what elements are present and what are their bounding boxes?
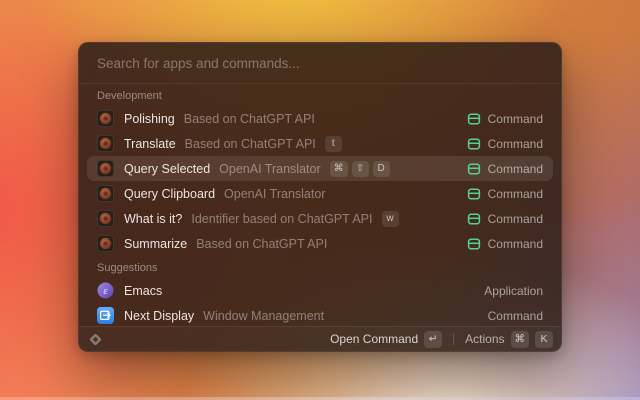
item-title: Query Selected: [124, 162, 210, 176]
list-item[interactable]: Query Selected OpenAI Translator ⌘⇧D Comma…: [87, 156, 553, 181]
item-type-label: Command: [488, 162, 543, 176]
results-list: Development Polishing Based on ChatGPT AP…: [79, 84, 561, 326]
list-item[interactable]: Polishing Based on ChatGPT API Command: [87, 106, 553, 131]
item-subtitle: OpenAI Translator: [224, 187, 325, 201]
item-type-label: Command: [488, 112, 543, 126]
item-type-label: Command: [488, 237, 543, 251]
item-subtitle: Based on ChatGPT API: [196, 237, 327, 251]
shortcut-keys: ⌘⇧D: [330, 161, 390, 177]
list-item[interactable]: Query Clipboard OpenAI Translator Command: [87, 181, 553, 206]
command-type-icon: [467, 112, 481, 126]
item-title: Polishing: [124, 112, 175, 126]
command-type-icon: [467, 212, 481, 226]
item-title: Translate: [124, 137, 176, 151]
search-bar: [79, 43, 561, 83]
list-item[interactable]: Next Display Window Management Command: [87, 303, 553, 326]
item-title: Query Clipboard: [124, 187, 215, 201]
openai-translator-icon: [97, 135, 114, 152]
footer-action-bar: Open Command ↵ Actions ⌘ K: [79, 326, 561, 351]
shortcut-key-badge: D: [373, 161, 390, 177]
item-title: What is it?: [124, 212, 182, 226]
actions-label: Actions: [465, 332, 504, 346]
list-item[interactable]: Translate Based on ChatGPT API t Command: [87, 131, 553, 156]
item-type-label: Command: [488, 212, 543, 226]
shortcut-key-badge: t: [325, 136, 342, 152]
openai-translator-icon: [97, 210, 114, 227]
list-item[interactable]: What is it? Identifier based on ChatGPT A…: [87, 206, 553, 231]
openai-translator-icon: [97, 110, 114, 127]
emacs-icon: ε: [97, 282, 114, 299]
item-accessories: Command: [467, 112, 543, 126]
raycast-logo-icon: [87, 331, 104, 348]
k-key-badge: K: [535, 331, 553, 348]
item-subtitle: OpenAI Translator: [219, 162, 320, 176]
list-item[interactable]: ε Emacs Application: [87, 278, 553, 303]
shortcut-keys: w: [382, 211, 399, 227]
open-command-button[interactable]: Open Command ↵: [330, 331, 442, 348]
search-input[interactable]: [97, 56, 543, 71]
list-item[interactable]: Summarize Based on ChatGPT API Command: [87, 231, 553, 256]
command-type-icon: [467, 237, 481, 251]
openai-translator-icon: [97, 185, 114, 202]
item-accessories: Command: [467, 162, 543, 176]
shortcut-key-badge: w: [382, 211, 399, 227]
item-type-label: Command: [488, 187, 543, 201]
item-subtitle: Based on ChatGPT API: [185, 137, 316, 151]
section-header: Development: [87, 84, 553, 106]
actions-button[interactable]: Actions ⌘ K: [465, 331, 553, 348]
item-subtitle: Window Management: [203, 309, 324, 323]
open-command-label: Open Command: [330, 332, 418, 346]
item-accessories: Application: [484, 284, 543, 298]
shortcut-key-badge: ⌘: [330, 161, 348, 177]
item-type-label: Application: [484, 284, 543, 298]
shortcut-keys: t: [325, 136, 342, 152]
cmd-key-badge: ⌘: [511, 331, 530, 348]
next-display-icon: [97, 307, 114, 324]
command-type-icon: [467, 187, 481, 201]
enter-key-badge: ↵: [424, 331, 442, 348]
command-type-icon: [467, 162, 481, 176]
item-type-label: Command: [488, 137, 543, 151]
item-subtitle: Based on ChatGPT API: [184, 112, 315, 126]
footer-divider: [453, 333, 454, 345]
svg-text:ε: ε: [103, 285, 108, 297]
section-header: Suggestions: [87, 256, 553, 278]
item-title: Emacs: [124, 284, 162, 298]
item-accessories: Command: [467, 137, 543, 151]
item-accessories: Command: [467, 212, 543, 226]
item-accessories: Command: [467, 187, 543, 201]
command-type-icon: [467, 137, 481, 151]
shortcut-key-badge: ⇧: [352, 161, 369, 177]
item-accessories: Command: [488, 309, 543, 323]
raycast-launcher-window: Development Polishing Based on ChatGPT AP…: [78, 42, 562, 352]
openai-translator-icon: [97, 160, 114, 177]
item-accessories: Command: [467, 237, 543, 251]
item-type-label: Command: [488, 309, 543, 323]
openai-translator-icon: [97, 235, 114, 252]
item-title: Summarize: [124, 237, 187, 251]
item-subtitle: Identifier based on ChatGPT API: [191, 212, 372, 226]
item-title: Next Display: [124, 309, 194, 323]
